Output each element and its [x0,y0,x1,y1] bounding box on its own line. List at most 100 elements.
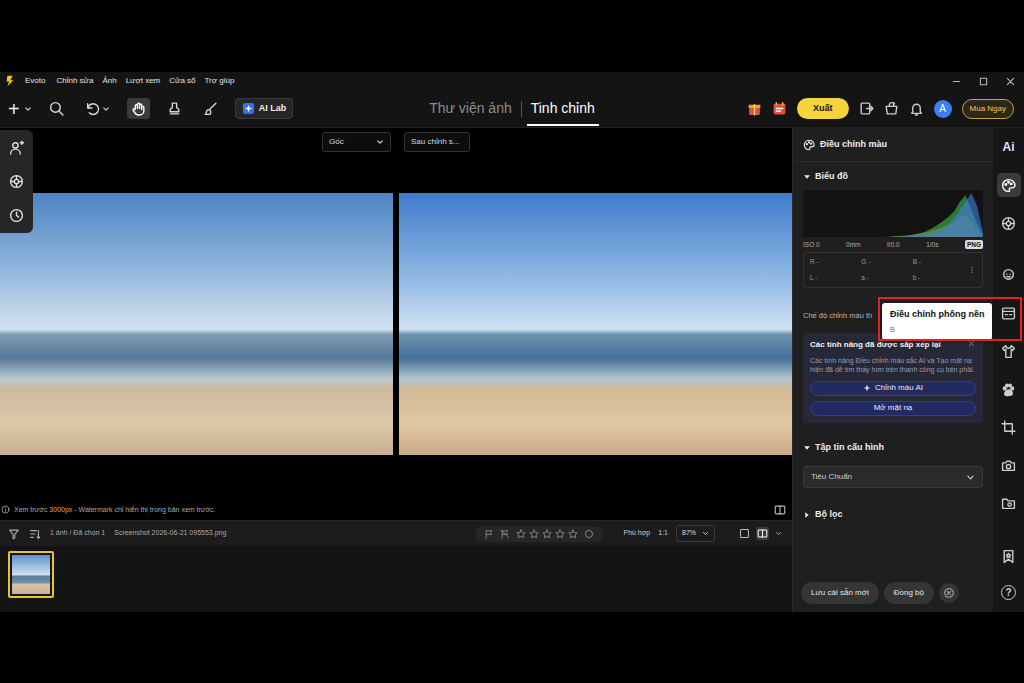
close-notice-icon[interactable] [967,339,976,348]
section-header[interactable]: Bộ lọc [803,488,983,528]
fit-button[interactable]: Phù hợp [623,528,650,539]
rail-ai-button[interactable]: Ai [993,128,1024,166]
rail-icon-box[interactable]: ? [997,580,1021,604]
compare-view-icon[interactable] [774,504,786,516]
view-tab[interactable]: Tinh chỉnh [527,92,599,126]
histogram-title[interactable]: Biểu đồ [815,170,848,184]
star-icon[interactable] [555,529,565,539]
single-view-icon[interactable] [739,528,750,539]
undo-icon[interactable] [85,101,100,116]
rail-aperture-button[interactable] [993,204,1024,242]
zoom-select[interactable]: 87% [676,525,715,542]
import-icon[interactable] [859,101,874,116]
portrait-tool-icon[interactable] [9,140,24,155]
rail-folder-button[interactable] [993,484,1024,522]
profile-value[interactable]: Tiêu Chuẩn [811,471,852,483]
menu-item[interactable]: Cửa sổ [169,75,195,87]
notice-button[interactable]: Chỉnh màu AI [810,381,976,396]
rail-background-button[interactable] [993,294,1024,332]
menu-item[interactable]: Trợ giúp [205,75,235,87]
add-button[interactable]: + [8,99,32,119]
shirt-icon[interactable] [1001,344,1016,359]
dropdown-chevron-icon[interactable] [376,138,384,146]
close-icon[interactable] [1005,76,1016,87]
undo-tool[interactable] [81,98,114,119]
before-label[interactable]: Gốc [329,136,344,148]
rail-icon-box[interactable] [997,173,1021,197]
star-rating[interactable] [516,529,578,539]
aperture-icon[interactable] [1001,216,1016,231]
expanded-triangle-icon[interactable] [803,444,811,452]
paw-icon[interactable] [1001,382,1016,397]
star-icon[interactable] [516,529,526,539]
ai-lab-label[interactable]: AI Lab [259,102,287,116]
folder-icon[interactable] [1001,496,1016,511]
reset-icon[interactable] [939,583,959,603]
rail-shirt-button[interactable] [993,332,1024,370]
ai-lab-icon[interactable] [242,102,255,115]
notice-button[interactable]: Mở mặt nạ [810,401,976,416]
flag-icon[interactable] [484,529,494,539]
rail-icon-box[interactable] [997,263,1021,287]
rail-palette-button[interactable] [993,166,1024,204]
export-button[interactable]: Xuất [797,98,849,120]
hand-tool[interactable] [127,98,150,119]
rail-icon-box[interactable] [997,339,1021,363]
color-label-icon[interactable] [584,529,594,539]
background-icon[interactable] [1001,306,1016,321]
sync-button[interactable]: Đồng bộ [884,582,934,604]
collapsed-triangle-icon[interactable] [803,511,811,519]
save-preset-button[interactable]: Lưu cài sẵn mới [801,582,879,604]
star-icon[interactable] [568,529,578,539]
rail-paw-button[interactable] [993,370,1024,408]
rail-label[interactable]: ? [1001,585,1016,600]
history-icon[interactable] [9,208,24,223]
search-tool[interactable] [45,98,68,119]
notification-bell-icon[interactable] [909,101,924,116]
menu-item[interactable]: Lượt xem [126,75,161,87]
ai-lab-button[interactable]: AI Lab [235,98,294,120]
star-icon[interactable] [542,529,552,539]
brush-tool[interactable] [199,98,222,119]
event-calendar-icon[interactable] [772,101,787,116]
hand-icon[interactable] [131,101,146,116]
user-avatar[interactable]: A [934,100,952,118]
rail-icon-box[interactable] [997,453,1021,477]
dropdown-chevron-icon[interactable] [24,105,32,113]
rail-label[interactable]: Ai [1003,138,1015,156]
dropdown-chevron-icon[interactable] [702,530,709,537]
stamp-tool[interactable] [163,98,186,119]
zoom-value[interactable]: 87% [682,528,696,539]
reject-flag-icon[interactable] [500,529,510,539]
search-icon[interactable] [49,101,64,116]
menu-item[interactable]: Ảnh [102,75,116,87]
section-header[interactable]: Tập tin cấu hình [803,423,983,461]
notice-button-label[interactable]: Chỉnh màu AI [875,382,923,394]
sparkle-icon[interactable] [863,384,871,392]
filters-title[interactable]: Bộ lọc [815,508,843,522]
dropdown-chevron-icon[interactable] [102,105,110,113]
actual-size-button[interactable]: 1:1 [658,528,668,539]
more-options-icon[interactable] [968,264,976,276]
rail-icon-box[interactable] [997,211,1021,235]
profile-select[interactable]: Tiêu Chuẩn [803,466,983,488]
stamp-icon[interactable] [167,101,182,116]
crop-icon[interactable] [1001,420,1016,435]
buy-now-button[interactable]: Mua Ngay [962,99,1014,119]
effects-tool-icon[interactable] [9,174,24,189]
before-select[interactable]: Gốc [322,132,391,152]
face-icon[interactable] [1001,268,1016,283]
profile-title[interactable]: Tập tin cấu hình [815,441,884,455]
rail-camera-button[interactable] [993,446,1024,484]
brush-icon[interactable] [203,101,218,116]
compare-view-icon[interactable] [756,527,769,540]
rail-icon-box[interactable] [997,415,1021,439]
section-header[interactable]: Biểu đồ [803,162,983,190]
rail-icon-box[interactable] [997,544,1021,568]
rail-bookmark-button[interactable] [993,538,1024,574]
camera-icon[interactable] [1001,458,1016,473]
star-icon[interactable] [529,529,539,539]
gift-icon[interactable] [747,101,762,116]
rail-icon-box[interactable] [997,377,1021,401]
thumbnail[interactable] [8,551,54,598]
